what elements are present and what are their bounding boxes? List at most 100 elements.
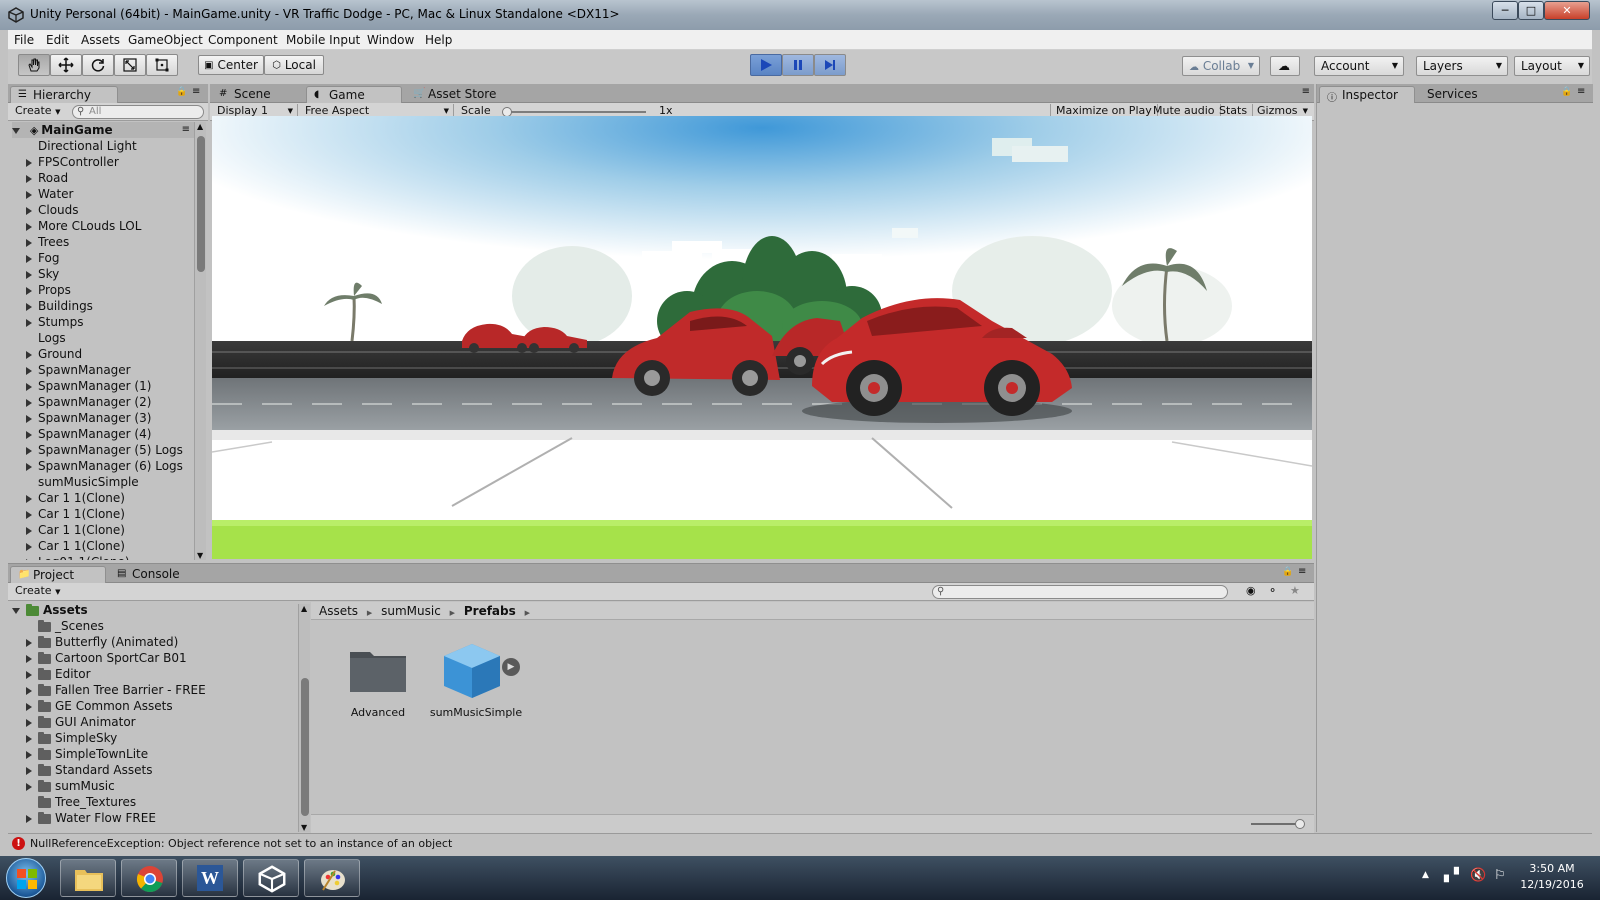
scroll-up-icon[interactable]: ▲ (197, 122, 203, 131)
rotate-tool-button[interactable] (82, 54, 114, 76)
hierarchy-item[interactable]: Sky (26, 266, 59, 282)
chrome-icon[interactable] (121, 859, 177, 897)
action-center-icon[interactable]: ⚐ (1494, 868, 1506, 883)
project-folder-item[interactable]: GUI Animator (26, 714, 136, 730)
panel-menu-icon[interactable]: ≡ (192, 86, 200, 97)
tab-console[interactable]: ▤ Console (110, 566, 200, 583)
expand-arrow-icon[interactable] (26, 398, 32, 407)
asset-item-summusicsimple[interactable]: ▶ sumMusicSimple (430, 642, 542, 724)
expand-arrow-icon[interactable] (26, 750, 32, 759)
expand-arrow-icon[interactable] (26, 270, 32, 279)
hierarchy-item[interactable]: Directional Light (26, 138, 137, 154)
project-folder-item[interactable]: Water Flow FREE (26, 810, 156, 826)
hierarchy-item[interactable]: Car 1 1(Clone) (26, 506, 125, 522)
expand-arrow-icon[interactable] (26, 430, 32, 439)
scene-root-row[interactable]: ◈ MainGame ≡ (12, 122, 194, 138)
expand-arrow-icon[interactable] (26, 718, 32, 727)
scroll-down-icon[interactable]: ▼ (197, 551, 203, 560)
tab-asset-store[interactable]: 🛒 Asset Store (406, 86, 506, 103)
hierarchy-item[interactable]: SpawnManager (2) (26, 394, 151, 410)
hierarchy-item[interactable]: SpawnManager (6) Logs (26, 458, 183, 474)
expand-arrow-icon[interactable] (26, 766, 32, 775)
assets-root-row[interactable]: Assets (12, 602, 88, 618)
scale-slider[interactable] (502, 107, 646, 117)
hierarchy-item[interactable]: Ground (26, 346, 82, 362)
expand-arrow-icon[interactable] (26, 654, 32, 663)
hierarchy-item[interactable]: SpawnManager (3) (26, 410, 151, 426)
menu-window[interactable]: Window (367, 33, 414, 47)
menu-help[interactable]: Help (425, 33, 452, 47)
move-tool-button[interactable] (50, 54, 82, 76)
project-folder-item[interactable]: Cartoon SportCar B01 (26, 650, 187, 666)
hierarchy-item[interactable]: Props (26, 282, 71, 298)
tab-hierarchy[interactable]: ☰ Hierarchy (10, 86, 118, 103)
tab-inspector[interactable]: ⓘ Inspector (1319, 86, 1415, 104)
layout-dropdown[interactable]: Layout ▼ (1514, 56, 1590, 76)
expand-arrow-icon[interactable] (26, 782, 32, 791)
hierarchy-item[interactable]: SpawnManager (26, 362, 131, 378)
menu-component[interactable]: Component (208, 33, 278, 47)
project-folder-item[interactable]: SimpleSky (26, 730, 117, 746)
word-icon[interactable]: W (182, 859, 238, 897)
hierarchy-item[interactable]: Fog (26, 250, 59, 266)
breadcrumb-summusic[interactable]: sumMusic (381, 604, 441, 618)
expand-arrow-icon[interactable] (26, 366, 32, 375)
project-search-input[interactable]: ⚲ (932, 585, 1228, 599)
expand-arrow-icon[interactable] (26, 254, 32, 263)
tab-game[interactable]: ◖ Game (306, 86, 402, 103)
hierarchy-scroll-thumb[interactable] (197, 136, 205, 272)
cloud-services-button[interactable]: ☁ (1270, 56, 1300, 76)
expand-arrow-icon[interactable] (26, 670, 32, 679)
hierarchy-item[interactable]: More CLouds LOL (26, 218, 141, 234)
hierarchy-item[interactable]: Logs (26, 330, 66, 346)
menu-file[interactable]: File (14, 33, 34, 47)
project-folder-item[interactable]: SimpleTownLite (26, 746, 148, 762)
expand-arrow-icon[interactable] (26, 318, 32, 327)
breadcrumb-prefabs[interactable]: Prefabs (464, 604, 516, 618)
project-folder-item[interactable]: Tree_Textures (26, 794, 136, 810)
expand-arrow-icon[interactable] (26, 382, 32, 391)
expand-arrow-icon[interactable] (26, 174, 32, 183)
scale-tool-button[interactable] (114, 54, 146, 76)
tab-project[interactable]: 📁 Project (10, 566, 106, 583)
hierarchy-item[interactable]: Car 1 1(Clone) (26, 490, 125, 506)
hierarchy-item[interactable]: SpawnManager (4) (26, 426, 151, 442)
lock-icon[interactable]: 🔒 (1561, 87, 1572, 97)
expand-arrow-icon[interactable] (26, 190, 32, 199)
project-folder-item[interactable]: sumMusic (26, 778, 115, 794)
unity-icon[interactable] (243, 859, 299, 897)
volume-muted-icon[interactable]: 🔇 (1470, 868, 1486, 883)
expand-arrow-icon[interactable] (26, 222, 32, 231)
scroll-down-icon[interactable]: ▼ (301, 823, 307, 832)
close-button[interactable]: ✕ (1544, 1, 1590, 20)
hierarchy-item[interactable]: FPSController (26, 154, 119, 170)
expand-arrow-icon[interactable] (26, 286, 32, 295)
panel-menu-icon[interactable]: ≡ (1302, 86, 1310, 97)
rect-tool-button[interactable] (146, 54, 178, 76)
thumbnail-size-slider[interactable] (1251, 819, 1305, 829)
expand-arrow-icon[interactable] (26, 734, 32, 743)
menu-edit[interactable]: Edit (46, 33, 69, 47)
project-folder-item[interactable]: Editor (26, 666, 91, 682)
project-scroll-thumb[interactable] (301, 678, 309, 816)
step-button[interactable] (814, 54, 846, 76)
expand-arrow-icon[interactable] (26, 638, 32, 647)
project-folder-item[interactable]: GE Common Assets (26, 698, 173, 714)
expand-arrow-icon[interactable] (26, 494, 32, 503)
layers-dropdown[interactable]: Layers ▼ (1416, 56, 1508, 76)
expand-arrow-icon[interactable] (26, 302, 32, 311)
minimize-button[interactable]: ─ (1492, 1, 1518, 20)
expand-arrow-icon[interactable] (26, 350, 32, 359)
lock-icon[interactable]: 🔒 (176, 87, 187, 97)
status-bar[interactable]: ! NullReferenceException: Object referen… (8, 833, 1592, 853)
hierarchy-item[interactable]: Trees (26, 234, 69, 250)
hand-tool-button[interactable] (18, 54, 50, 76)
expand-arrow-icon[interactable] (12, 607, 20, 614)
pause-button[interactable] (782, 54, 814, 76)
hierarchy-item[interactable]: Stumps (26, 314, 84, 330)
expand-arrow-icon[interactable] (26, 462, 32, 471)
lock-icon[interactable]: 🔒 (1282, 567, 1293, 577)
paint-icon[interactable] (304, 859, 360, 897)
scene-menu-icon[interactable]: ≡ (182, 122, 190, 138)
menu-gameobject[interactable]: GameObject (128, 33, 203, 47)
